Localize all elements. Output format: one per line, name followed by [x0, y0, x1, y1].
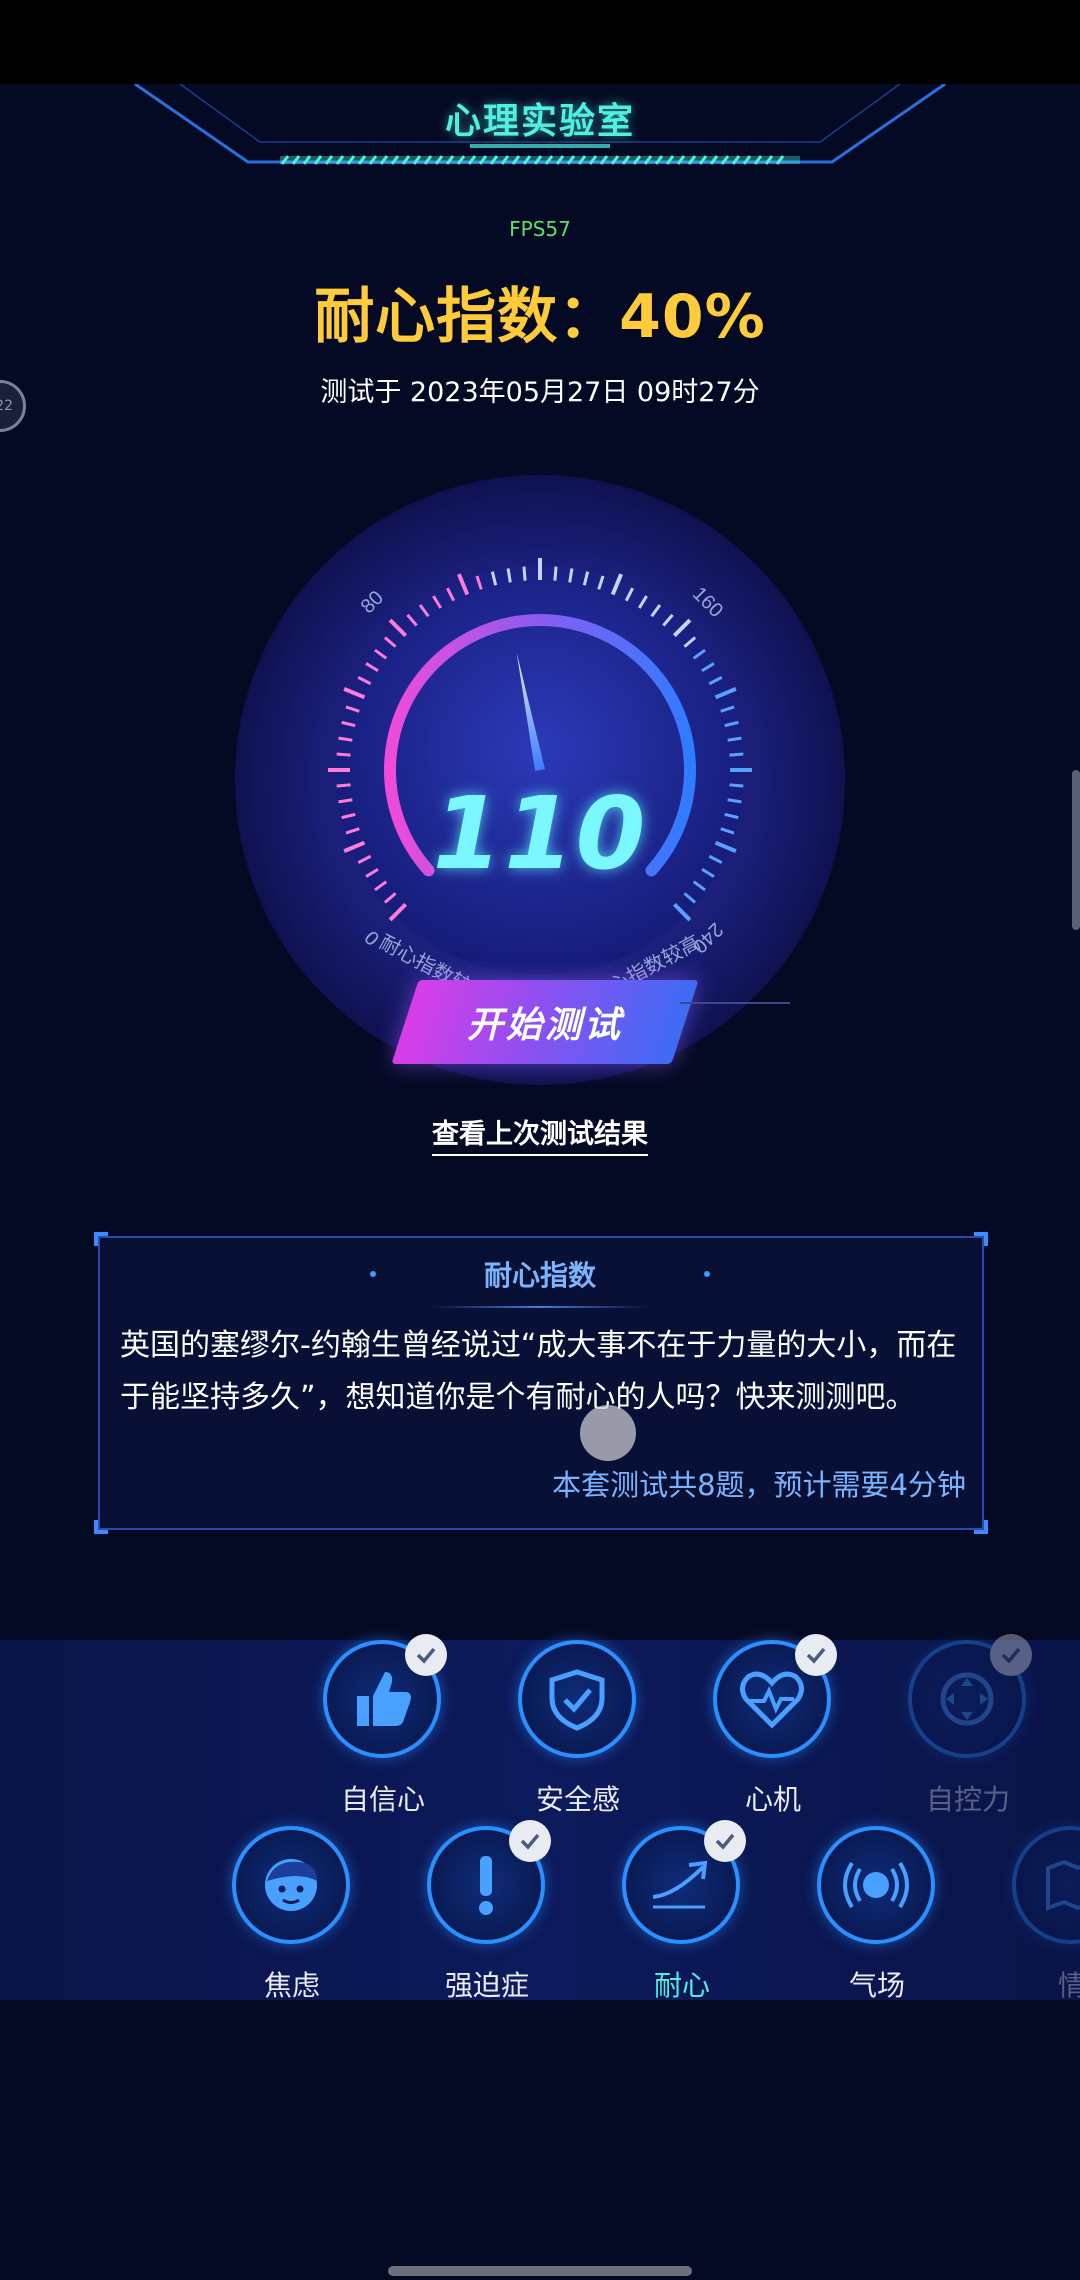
check-icon	[795, 1634, 837, 1676]
test-item-partial[interactable]: 情	[1002, 1826, 1080, 2006]
score-title: 耐心指数：40%	[314, 282, 766, 352]
test-label: 自信心	[340, 1783, 425, 1816]
face-icon	[232, 1826, 350, 1944]
fps-counter: FPS57	[509, 217, 571, 241]
check-icon	[509, 1820, 551, 1862]
test-item-ocd[interactable]: 强迫症	[417, 1820, 557, 2006]
floating-badge-label: 22	[0, 398, 13, 414]
test-label: 强迫症	[444, 1969, 529, 2002]
test-item-confidence[interactable]: 自信心	[313, 1634, 453, 1820]
check-icon	[405, 1634, 447, 1676]
card-divider	[430, 1306, 650, 1308]
touch-indicator	[580, 1405, 636, 1461]
test-label: 心机	[744, 1783, 801, 1816]
broadcast-icon	[817, 1826, 935, 1944]
shield-check-icon	[518, 1640, 636, 1758]
test-item-anxiety[interactable]: 焦虑	[222, 1826, 362, 2006]
test-label: 安全感	[535, 1783, 620, 1816]
gauge-value: 110	[432, 775, 648, 892]
check-icon	[990, 1634, 1032, 1676]
last-result-link[interactable]: 查看上次测试结果	[0, 1112, 1080, 1156]
test-item-aura[interactable]: 气场	[807, 1826, 947, 2006]
card-footer: 本套测试共8题，预计需要4分钟	[552, 1468, 966, 1502]
test-label: 情	[1057, 1969, 1080, 2002]
test-label: 焦虑	[263, 1969, 320, 2002]
gauge-tick	[336, 752, 351, 757]
test-label: 气场	[848, 1969, 905, 2002]
card-title: 耐心指数	[483, 1259, 596, 1292]
test-label: 自控力	[925, 1783, 1010, 1816]
test-item-self-control[interactable]: 自控力	[898, 1634, 1038, 1820]
button-accent-line	[680, 1002, 790, 1004]
page-title: 心理实验室	[444, 101, 635, 142]
gauge-tick	[522, 566, 527, 581]
gauge-tick	[553, 566, 558, 581]
card-description: 英国的塞缪尔-约翰生曾经说过“成大事不在于力量的大小，而在于能坚持多久”，想知道…	[120, 1328, 957, 1415]
home-indicator[interactable]	[388, 2266, 692, 2276]
map-icon	[1012, 1826, 1080, 1944]
start-test-label: 开始测试	[466, 1005, 623, 1046]
last-result-label: 查看上次测试结果	[432, 1119, 648, 1156]
test-label: 耐心	[653, 1969, 710, 2002]
test-item-patience[interactable]: 耐心	[612, 1820, 752, 2006]
status-bar	[0, 0, 1080, 84]
test-item-security[interactable]: 安全感	[508, 1640, 648, 1820]
test-item-scheming[interactable]: 心机	[703, 1634, 843, 1820]
gauge-tick	[729, 752, 744, 757]
test-time: 测试于 2023年05月27日 09时27分	[320, 377, 760, 408]
check-icon	[704, 1820, 746, 1862]
